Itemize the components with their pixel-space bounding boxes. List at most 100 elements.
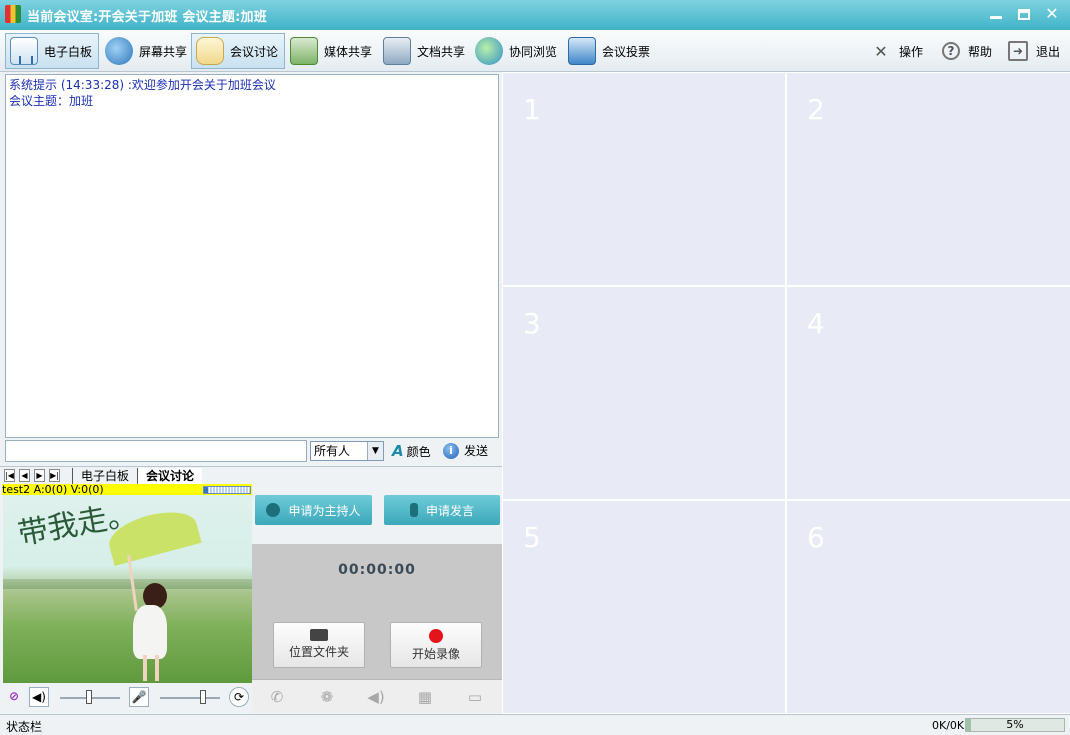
maximize-button[interactable] xyxy=(1013,4,1035,24)
speaker-icon[interactable]: ◀) xyxy=(29,687,49,707)
toolbar-media-share-button[interactable]: 媒体共享 xyxy=(285,33,379,69)
start-recording-button[interactable]: 开始录像 xyxy=(390,622,482,668)
video-grid: 1 2 3 4 5 6 xyxy=(502,72,1070,714)
record-icon xyxy=(429,629,443,643)
video-cell[interactable]: 2 xyxy=(787,73,1070,285)
next-tab-icon[interactable]: ▶ xyxy=(34,469,45,482)
slider-thumb[interactable] xyxy=(200,690,206,704)
recipient-value: 所有人 xyxy=(314,444,351,458)
video-cell[interactable]: 5 xyxy=(503,501,785,713)
chat-message: 会议主题：加班 xyxy=(9,94,94,108)
microphone-icon[interactable]: 🎤 xyxy=(129,687,149,707)
video-cell[interactable]: 6 xyxy=(787,501,1070,713)
first-tab-icon[interactable]: |◀ xyxy=(4,469,15,482)
toolbar-document-share-button[interactable]: 文档共享 xyxy=(378,33,472,69)
last-tab-icon[interactable]: ▶| xyxy=(49,469,60,482)
chevron-down-icon: ▼ xyxy=(367,442,383,460)
video-off-icon[interactable]: ⊘ xyxy=(4,687,24,707)
user-video[interactable]: 带我走。 xyxy=(3,495,252,683)
toolbar-label: 操作 xyxy=(899,44,924,59)
minimize-icon xyxy=(990,16,1002,19)
video-cell[interactable]: 4 xyxy=(787,287,1070,499)
toolbar-co-browse-button[interactable]: 协同浏览 xyxy=(470,33,564,69)
video-cell[interactable]: 3 xyxy=(503,287,785,499)
close-icon: ✕ xyxy=(1045,4,1059,23)
text-color-button[interactable]: A 颜色 xyxy=(392,442,431,460)
tab-discussion[interactable]: 会议讨论 xyxy=(137,468,203,485)
document-share-icon xyxy=(383,37,411,65)
toolbar-tools-button[interactable]: ✕ 操作 xyxy=(871,33,923,69)
volume-icon[interactable]: ◀) xyxy=(367,688,385,706)
audio-level-meter xyxy=(203,486,251,494)
help-icon: ? xyxy=(942,42,960,60)
vote-icon xyxy=(568,37,596,65)
toolbar-label: 协同浏览 xyxy=(509,44,558,59)
video-figure-leg xyxy=(143,655,147,681)
toolbar-label: 媒体共享 xyxy=(324,44,373,59)
main-toolbar: 电子白板 屏幕共享 会议讨论 媒体共享 文档共享 协同浏览 会议投票 ✕ 操作 xyxy=(0,30,1070,72)
apply-speak-button[interactable]: 申请发言 xyxy=(384,495,500,525)
apply-host-button[interactable]: 申请为主持人 xyxy=(255,495,372,525)
maximize-icon xyxy=(1018,8,1030,20)
window-icon[interactable]: ▭ xyxy=(466,688,484,706)
cell-number: 6 xyxy=(807,521,825,554)
progress-bar: 5% xyxy=(965,718,1065,732)
toolbar-label: 退出 xyxy=(1036,44,1061,59)
media-tabs: ✆ ❁ ◀) ▦ ▭ xyxy=(252,679,502,713)
font-color-icon: A xyxy=(392,442,404,460)
send-button[interactable]: i 发送 xyxy=(443,442,488,459)
speaker-volume-slider[interactable] xyxy=(60,690,120,704)
whiteboard-icon xyxy=(10,37,38,65)
progress-label: 5% xyxy=(1006,718,1024,731)
window-title: 当前会议室:开会关于加班 会议主题:加班 xyxy=(27,10,267,25)
close-button[interactable]: ✕ xyxy=(1041,4,1063,24)
av-controls: ⊘ ◀) 🎤 ⟳ xyxy=(2,683,252,713)
mic-volume-slider[interactable] xyxy=(160,690,220,704)
send-label: 发送 xyxy=(464,444,489,458)
toolbar-screen-share-button[interactable]: 屏幕共享 xyxy=(100,33,194,69)
toolbar-whiteboard-button[interactable]: 电子白板 xyxy=(5,33,100,69)
toolbar-label: 电子白板 xyxy=(44,44,93,59)
chat-message-input[interactable] xyxy=(5,440,307,462)
user-icon xyxy=(266,503,281,517)
screen-share-icon xyxy=(105,37,133,65)
toolbar-help-button[interactable]: ? 帮助 xyxy=(942,33,992,69)
title-bar: 当前会议室:开会关于加班 会议主题:加班 ✕ xyxy=(0,0,1070,30)
video-figure-dress xyxy=(133,605,167,659)
transfer-speed: 0K/0K xyxy=(932,719,965,732)
toolbar-label: 会议投票 xyxy=(602,44,651,59)
film-reel-icon[interactable]: ❁ xyxy=(318,688,336,706)
toolbar-vote-button[interactable]: 会议投票 xyxy=(563,33,657,69)
chat-message: 系统提示 (14:33:28) :欢迎参加开会关于加班会议 xyxy=(9,78,276,92)
phone-icon[interactable]: ✆ xyxy=(268,688,286,706)
refresh-camera-icon[interactable]: ⟳ xyxy=(229,687,249,707)
toolbar-discussion-button[interactable]: 会议讨论 xyxy=(191,33,286,69)
media-share-icon xyxy=(290,37,318,65)
audio-level-fill xyxy=(204,487,208,493)
clapper-icon[interactable]: ▦ xyxy=(416,688,434,706)
folder-label: 位置文件夹 xyxy=(288,645,349,659)
video-cell[interactable]: 1 xyxy=(503,73,785,285)
open-folder-button[interactable]: 位置文件夹 xyxy=(273,622,365,668)
discussion-icon xyxy=(196,37,224,65)
toolbar-label: 文档共享 xyxy=(417,44,466,59)
microphone-icon xyxy=(409,503,418,517)
chat-log[interactable]: 系统提示 (14:33:28) :欢迎参加开会关于加班会议 会议主题：加班 xyxy=(5,74,499,438)
slider-thumb[interactable] xyxy=(86,690,92,704)
minimize-button[interactable] xyxy=(985,4,1007,24)
toolbar-exit-button[interactable]: ➜ 退出 xyxy=(1008,33,1060,69)
cell-number: 3 xyxy=(523,307,541,340)
cell-number: 4 xyxy=(807,307,825,340)
apply-speak-label: 申请发言 xyxy=(425,503,474,518)
status-text: 状态栏 xyxy=(6,720,43,734)
cell-number: 5 xyxy=(523,521,541,554)
text-color-label: 颜色 xyxy=(406,444,431,459)
send-info-icon: i xyxy=(443,442,459,459)
cell-number: 2 xyxy=(807,93,825,126)
exit-icon: ➜ xyxy=(1008,41,1028,61)
co-browse-icon xyxy=(475,37,503,65)
tab-strip: |◀ ◀ ▶ ▶| 电子白板 会议讨论 xyxy=(0,466,502,485)
prev-tab-icon[interactable]: ◀ xyxy=(19,469,30,482)
recipient-select[interactable]: 所有人 ▼ xyxy=(310,441,384,461)
folder-icon xyxy=(310,629,328,641)
